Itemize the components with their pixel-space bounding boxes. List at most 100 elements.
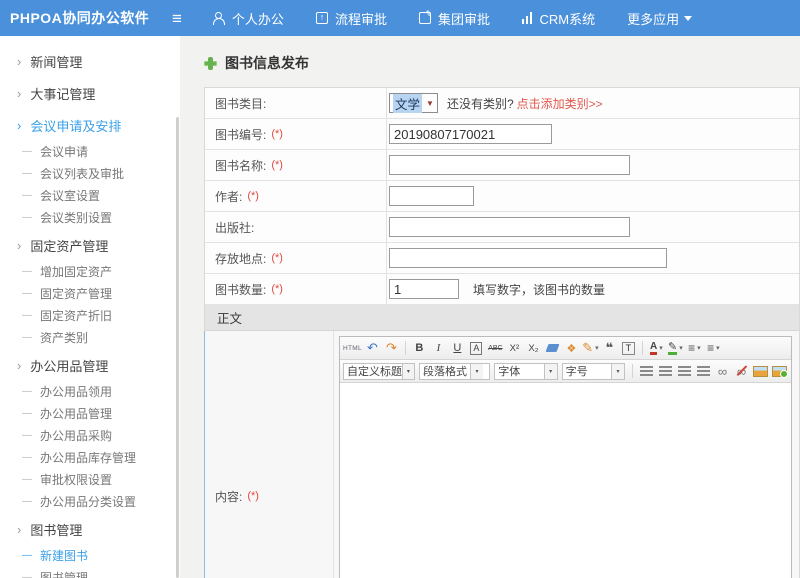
form-row-content: 内容: (*) HTML ↶ ↷ B I U A ABC: [204, 331, 799, 578]
editor-content-area[interactable]: [340, 383, 791, 578]
unordered-list-button[interactable]: ≡: [705, 339, 722, 357]
align-right-button[interactable]: [676, 362, 693, 380]
add-category-link[interactable]: 点击添加类别>>: [517, 95, 603, 112]
custom-title-select[interactable]: 自定义标题 ▾: [343, 363, 415, 380]
toolbar-separator: [405, 341, 406, 355]
nav-process-approval[interactable]: ↑ 流程审批: [316, 9, 387, 28]
nav-personal-office[interactable]: 个人办公: [212, 9, 284, 28]
book-name-input[interactable]: [389, 155, 630, 175]
font-border-button[interactable]: A: [470, 342, 482, 355]
eraser-button[interactable]: [544, 339, 561, 357]
nav-crm-system[interactable]: CRM系统: [522, 9, 595, 28]
book-form-table: 图书类目: 文学 ▼ 还没有类别? 点击添加类别>> 图书编号: (*): [204, 87, 800, 578]
underline-button[interactable]: U: [449, 339, 466, 357]
sidebar-item-meeting-category[interactable]: — 会议类别设置: [0, 206, 180, 228]
add-plus-icon: [204, 57, 217, 70]
italic-button[interactable]: I: [430, 339, 447, 357]
toolbar-separator: [632, 364, 633, 378]
sidebar-group-label: 固定资产管理: [30, 236, 108, 255]
menu-toggle-icon[interactable]: ≡: [172, 10, 182, 27]
required-mark: (*): [271, 159, 283, 171]
sidebar-item-label: 办公用品采购: [40, 427, 112, 444]
insert-image-button[interactable]: [752, 362, 769, 380]
sidebar-group-label: 办公用品管理: [30, 356, 108, 375]
strikethrough-button[interactable]: ABC: [487, 339, 504, 357]
sidebar-scrollbar[interactable]: [176, 117, 179, 578]
required-mark: (*): [271, 252, 283, 264]
sidebar-item-supplies-purchase[interactable]: — 办公用品采购: [0, 424, 180, 446]
chevron-right-icon: ›: [17, 118, 21, 133]
subscript-button[interactable]: X₂: [525, 339, 542, 357]
sidebar-item-supplies-manage[interactable]: — 办公用品管理: [0, 402, 180, 424]
sidebar-group-events[interactable]: › 大事记管理: [0, 78, 180, 108]
align-left-button[interactable]: [638, 362, 655, 380]
book-category-select[interactable]: 文学 ▼: [389, 93, 438, 113]
sidebar-item-label: 新建图书: [40, 547, 88, 564]
nav-more-apps[interactable]: 更多应用: [627, 9, 692, 28]
sidebar-group-office-supplies[interactable]: › 办公用品管理: [0, 350, 180, 380]
select-caret-icon: ▾: [611, 364, 624, 379]
sidebar-item-supplies-category[interactable]: — 办公用品分类设置: [0, 490, 180, 512]
align-justify-button[interactable]: [695, 362, 712, 380]
paste-text-button[interactable]: T: [622, 342, 636, 355]
undo-button[interactable]: ↶: [364, 339, 381, 357]
sidebar-item-label: 资产类别: [40, 329, 88, 346]
publisher-input[interactable]: [389, 217, 630, 237]
sidebar-item-label: 办公用品领用: [40, 383, 112, 400]
ordered-list-button[interactable]: ≡: [686, 339, 703, 357]
paragraph-format-select[interactable]: 段落格式 ▾: [419, 363, 490, 380]
redo-button[interactable]: ↷: [383, 339, 400, 357]
sidebar-item-approval-permission[interactable]: — 审批权限设置: [0, 468, 180, 490]
sidebar-item-asset-manage[interactable]: — 固定资产管理: [0, 282, 180, 304]
select-label: 字体: [495, 363, 543, 379]
sidebar-item-asset-depreciation[interactable]: — 固定资产折旧: [0, 304, 180, 326]
sidebar-group-news[interactable]: › 新闻管理: [0, 46, 180, 76]
sidebar-item-supplies-inventory[interactable]: — 办公用品库存管理: [0, 446, 180, 468]
location-input[interactable]: [389, 248, 667, 268]
select-caret-icon: ▼: [426, 99, 434, 108]
sidebar-group-books[interactable]: › 图书管理: [0, 514, 180, 544]
superscript-button[interactable]: X²: [506, 339, 523, 357]
dash-icon: —: [22, 212, 32, 223]
sidebar-item-meeting-room[interactable]: — 会议室设置: [0, 184, 180, 206]
remove-link-button[interactable]: ∞: [733, 362, 750, 380]
sidebar-group-fixed-assets[interactable]: › 固定资产管理: [0, 230, 180, 260]
sidebar-item-label: 增加固定资产: [40, 263, 112, 280]
sidebar-item-meeting-apply[interactable]: — 会议申请: [0, 140, 180, 162]
format-clean-button[interactable]: ❖: [563, 339, 580, 357]
font-family-select[interactable]: 字体 ▾: [494, 363, 557, 380]
sidebar-item-add-asset[interactable]: — 增加固定资产: [0, 260, 180, 282]
label-text: 出版社:: [215, 219, 254, 236]
sidebar-group-meetings[interactable]: › 会议申请及安排: [0, 110, 180, 140]
form-row-code: 图书编号: (*): [205, 119, 799, 150]
highlight-color-button[interactable]: ✎: [668, 342, 677, 355]
align-center-button[interactable]: [657, 362, 674, 380]
font-size-select[interactable]: 字号 ▾: [562, 363, 625, 380]
nav-group-approval[interactable]: ✎ 集团审批: [419, 9, 490, 28]
page-title: 图书信息发布: [225, 53, 309, 73]
font-color-button[interactable]: A: [650, 342, 657, 355]
sidebar-item-asset-category[interactable]: — 资产类别: [0, 326, 180, 348]
blockquote-button[interactable]: ❝: [601, 339, 618, 357]
author-input[interactable]: [389, 186, 474, 206]
label-text: 存放地点:: [215, 250, 266, 267]
top-bar: PHPOA协同办公软件 ≡ 个人办公 ↑ 流程审批 ✎ 集团审批 CRM系统 更…: [0, 0, 800, 36]
field-label: 图书编号: (*): [205, 119, 386, 149]
sidebar-item-label: 会议列表及审批: [40, 165, 124, 182]
sidebar-item-supplies-claim[interactable]: — 办公用品领用: [0, 380, 180, 402]
image-manager-button[interactable]: [771, 362, 788, 380]
insert-link-button[interactable]: ∞: [714, 362, 731, 380]
quantity-input[interactable]: [389, 279, 459, 299]
label-text: 图书名称:: [215, 157, 266, 174]
edit-square-icon: ✎: [419, 12, 431, 24]
html-source-button[interactable]: HTML: [343, 339, 362, 357]
bold-button[interactable]: B: [411, 339, 428, 357]
sidebar-item-book-manage[interactable]: — 图书管理: [0, 566, 180, 578]
image-icon: [753, 366, 768, 377]
sidebar-item-meeting-list[interactable]: — 会议列表及审批: [0, 162, 180, 184]
select-label: 字号: [563, 363, 611, 379]
sidebar-item-new-book[interactable]: — 新建图书: [0, 544, 180, 566]
format-painter-button[interactable]: ✎: [582, 339, 599, 357]
book-code-input[interactable]: [389, 124, 552, 144]
dash-icon: —: [22, 572, 32, 578]
